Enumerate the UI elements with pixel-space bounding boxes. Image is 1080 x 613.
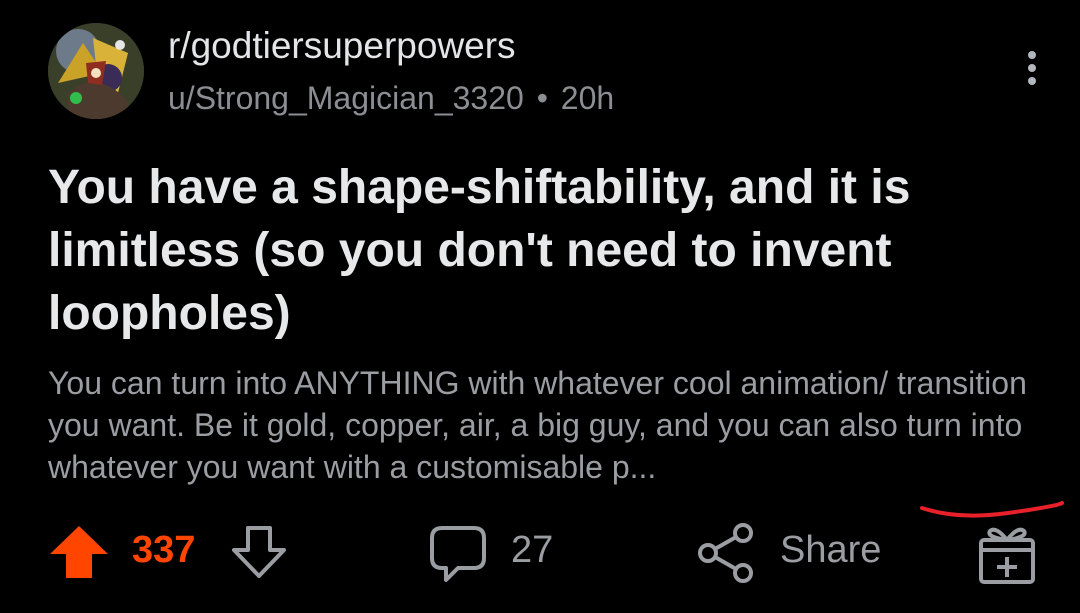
post-meta: u/Strong_Magician_3320 • 20h — [168, 80, 614, 117]
subreddit-name[interactable]: r/godtiersuperpowers — [168, 25, 516, 67]
more-vertical-icon-dot — [1028, 64, 1036, 72]
upvote-arrow-icon[interactable] — [48, 524, 110, 580]
downvote-arrow-icon[interactable] — [230, 524, 288, 580]
more-options-button[interactable] — [1010, 46, 1054, 90]
gift-award-icon[interactable] — [976, 522, 1038, 586]
post-title[interactable]: You have a shape-shiftability, and it is… — [48, 156, 1048, 345]
vote-score: 337 — [132, 529, 196, 571]
action-bar: 337 27 Share — [0, 515, 1080, 591]
author-name[interactable]: u/Strong_Magician_3320 — [168, 80, 524, 116]
avatar-artwork — [48, 23, 144, 119]
post-body-preview[interactable]: You can turn into ANYTHING with whatever… — [48, 362, 1058, 488]
more-vertical-icon — [1028, 51, 1036, 59]
subreddit-avatar[interactable] — [48, 23, 144, 119]
comment-bubble-icon[interactable] — [428, 524, 488, 584]
share-button[interactable]: Share — [780, 529, 881, 572]
share-icon[interactable] — [697, 522, 755, 584]
comment-count[interactable]: 27 — [511, 529, 553, 572]
post-age: 20h — [560, 80, 615, 116]
more-vertical-icon-dot — [1028, 77, 1036, 85]
meta-separator: • — [536, 80, 548, 116]
